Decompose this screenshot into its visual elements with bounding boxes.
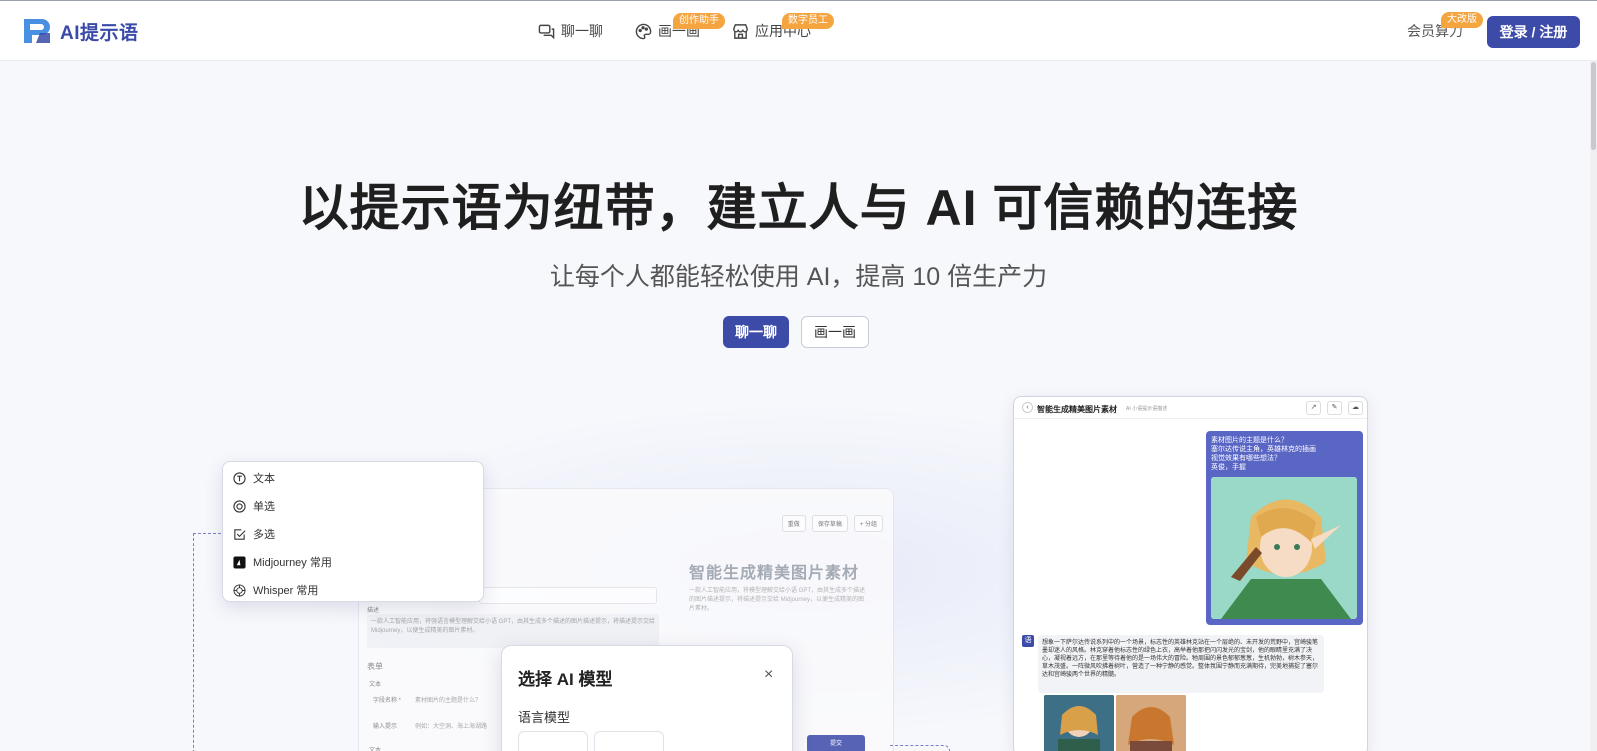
brand-logo[interactable]: AI提示语 <box>20 15 139 47</box>
chat-subtitle: AI 小语提示语描述 <box>1126 406 1168 412</box>
thumbnail-art-icon <box>1116 695 1186 751</box>
main-nav: 聊一聊 创作助手 画一画 数字员工 应用中心 <box>538 1 843 61</box>
add-group-button[interactable]: + 分组 <box>853 515 883 532</box>
edit-icon[interactable]: ✎ <box>1327 401 1342 415</box>
bot-message: 想象一下萨尔达传说系列中的一个场景，标志性的英雄林克站在一个层绝的、未开发的荒野… <box>1038 635 1324 693</box>
nav-item-chat[interactable]: 聊一聊 <box>538 21 603 41</box>
nav-badge-draw: 创作助手 <box>673 13 725 29</box>
save-draft-button[interactable]: 保存草稿 <box>811 515 848 532</box>
preview-desc: 一款人工智能应用，将模型理解交给小语 GPT，由其生成多个描述的图片描述提示，将… <box>689 588 866 612</box>
generated-image-thumb-2[interactable] <box>1116 695 1186 751</box>
nav-label-chat: 聊一聊 <box>561 23 603 39</box>
midjourney-icon <box>233 555 246 569</box>
type-label-midjourney: Midjourney 常用 <box>253 557 332 569</box>
modal-section-label: 语言模型 <box>518 710 571 725</box>
logo-text: AI提示语 <box>60 22 139 44</box>
select-model-modal: 选择 AI 模型 × 语言模型 <box>501 645 793 751</box>
top-header: AI提示语 聊一聊 创作助手 画一画 数字员工 应用中心 大改版 会员算力 登录… <box>0 1 1597 61</box>
logo-icon <box>24 19 50 43</box>
type-item-checkbox[interactable]: 多选 <box>233 526 275 542</box>
nav-item-apps[interactable]: 数字员工 应用中心 <box>732 13 834 41</box>
redo-button[interactable]: 重做 <box>781 515 806 532</box>
field-name-label: 字段名称 * <box>373 698 402 704</box>
member-badge: 大改版 <box>1441 12 1483 28</box>
checkbox-icon <box>234 528 246 540</box>
editor-input-box[interactable] <box>479 587 657 604</box>
field-name-value[interactable]: 素材图片的主题是什么？ <box>415 695 481 704</box>
bot-avatar: 语 <box>1022 635 1034 647</box>
close-icon[interactable]: × <box>764 666 773 684</box>
text-t-icon <box>233 471 246 485</box>
nav-item-draw[interactable]: 创作助手 画一画 <box>635 13 725 41</box>
input-hint-label: 输入提示 <box>373 724 398 730</box>
type-item-midjourney[interactable]: Midjourney 常用 <box>233 554 332 570</box>
type-label-checkbox: 多选 <box>253 529 275 541</box>
chat-title: 智能生成精美图片素材 <box>1037 405 1117 414</box>
generated-image-thumb-1[interactable] <box>1044 695 1114 751</box>
editor-toolbar: 重做 保存草稿 + 分组 <box>781 515 883 532</box>
login-register-button[interactable]: 登录 / 注册 <box>1487 16 1580 48</box>
generated-image-main[interactable] <box>1211 477 1357 619</box>
connector-line-right <box>890 745 950 751</box>
chat-icon <box>538 24 555 39</box>
type-label-text: 文本 <box>253 473 275 485</box>
store-icon <box>733 23 748 39</box>
connector-line-left <box>193 533 221 751</box>
model-card-1[interactable] <box>518 731 588 751</box>
cta-draw-button[interactable]: 画一画 <box>801 316 869 348</box>
type-label-whisper: Whisper 常用 <box>253 585 319 597</box>
type-label-radio: 单选 <box>253 501 275 513</box>
form-label: 表单 <box>367 662 383 671</box>
desc-label: 描述 <box>367 608 380 614</box>
field-type-menu: 文本 单选 多选 Midjourney 常用 Whisper 常用 <box>222 461 484 602</box>
desc-text: 一款人工智能应用，将强语言模型理解交给小语 GPT，由其生成多个描述的图片描述提… <box>367 614 659 648</box>
page-scrollbar[interactable] <box>1590 60 1597 751</box>
type-item-radio[interactable]: 单选 <box>233 498 275 514</box>
chat-header: ‹ 智能生成精美图片素材 AI 小语提示语描述 ↗ ✎ ☁ <box>1014 397 1367 419</box>
thumbnail-art-icon <box>1044 695 1114 751</box>
submit-button[interactable]: 提交 <box>807 735 865 751</box>
cloud-icon[interactable]: ☁ <box>1348 401 1363 415</box>
modal-title: 选择 AI 模型 <box>518 670 613 689</box>
hero-title: 以提示语为纽带，建立人与 AI 可信赖的连接 <box>298 180 1299 236</box>
type-item-whisper[interactable]: Whisper 常用 <box>233 582 318 598</box>
user-message-text: 素材图片的主题是什么？ 塞尔达传说主角，英雄林克的插画 视觉效果有哪些想法？ 英… <box>1211 437 1316 471</box>
text-type-label: 文本 <box>369 682 382 688</box>
cta-chat-button[interactable]: 聊一聊 <box>723 316 789 348</box>
preview-title: 智能生成精美图片素材 <box>689 565 860 582</box>
hero-subtitle: 让每个人都能轻松使用 AI，提高 10 倍生产力 <box>549 263 1048 291</box>
scrollbar-thumb[interactable] <box>1591 62 1596 150</box>
share-icon[interactable]: ↗ <box>1306 401 1321 415</box>
text-type-label-2: 文本 <box>369 748 382 751</box>
palette-icon <box>635 23 652 39</box>
input-hint-value[interactable]: 例如：大空洞、海上海湖路 <box>415 721 487 730</box>
model-card-2[interactable] <box>594 731 664 751</box>
chat-preview-panel: ‹ 智能生成精美图片素材 AI 小语提示语描述 ↗ ✎ ☁ 素材图片的主题是什么… <box>1013 396 1368 751</box>
back-icon[interactable]: ‹ <box>1022 402 1033 413</box>
nav-badge-apps: 数字员工 <box>782 13 834 29</box>
openai-icon <box>233 583 246 597</box>
member-link[interactable]: 大改版 会员算力 <box>1407 12 1483 41</box>
elf-illustration-icon <box>1211 477 1357 619</box>
type-item-text[interactable]: 文本 <box>233 470 275 486</box>
radio-icon <box>233 499 246 513</box>
